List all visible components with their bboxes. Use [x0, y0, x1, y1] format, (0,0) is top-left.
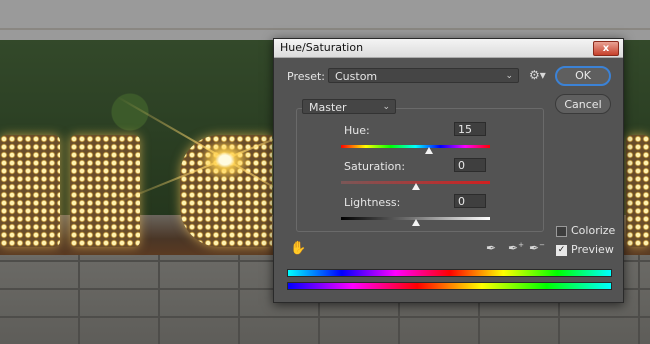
marquee-letter-partial: [626, 135, 650, 247]
colorize-label: Colorize: [571, 224, 616, 237]
hue-slider-thumb[interactable]: [424, 147, 433, 154]
marquee-letter-e: [0, 135, 60, 247]
preview-checkbox[interactable]: ✓: [556, 245, 567, 256]
cancel-button[interactable]: Cancel: [555, 94, 611, 114]
preset-label: Preset:: [287, 70, 326, 83]
hue-label: Hue:: [344, 124, 370, 137]
eyedropper-add-icon[interactable]: ✒+: [508, 241, 524, 255]
adjustment-group: [296, 108, 544, 232]
channel-select[interactable]: Master ⌄: [302, 99, 396, 114]
hue-slider-track[interactable]: [341, 145, 490, 148]
preset-select[interactable]: Custom ⌄: [328, 68, 519, 83]
input-color-bar: [287, 269, 612, 277]
preview-label: Preview: [571, 243, 614, 256]
preset-value: Custom: [335, 70, 378, 83]
targeted-adjustment-icon[interactable]: ✋: [290, 241, 306, 256]
saturation-input[interactable]: 0: [454, 158, 486, 172]
gear-icon[interactable]: ⚙▾: [529, 68, 546, 82]
lightness-label: Lightness:: [344, 196, 401, 209]
close-icon: x: [602, 43, 610, 54]
hue-saturation-dialog: Hue/Saturation x Preset: Custom ⌄ ⚙▾ OK …: [273, 38, 624, 303]
eyedropper-icon[interactable]: ✒: [486, 241, 496, 255]
eyedropper-subtract-icon[interactable]: ✒−: [529, 241, 545, 255]
light-flare: [200, 140, 250, 180]
hue-input[interactable]: 15: [454, 122, 486, 136]
chevron-down-icon: ⌄: [382, 102, 390, 112]
saturation-label: Saturation:: [344, 160, 406, 173]
output-color-bar: [287, 282, 612, 290]
close-button[interactable]: x: [593, 41, 619, 56]
colorize-checkbox[interactable]: [556, 226, 567, 237]
dialog-title: Hue/Saturation: [280, 41, 364, 54]
dialog-titlebar[interactable]: Hue/Saturation x: [274, 39, 623, 58]
chevron-down-icon: ⌄: [505, 71, 513, 81]
channel-value: Master: [309, 101, 347, 114]
ok-button[interactable]: OK: [555, 66, 611, 86]
lightness-slider-thumb[interactable]: [411, 219, 420, 226]
marquee-letter-l: [70, 135, 140, 247]
lightness-input[interactable]: 0: [454, 194, 486, 208]
saturation-slider-thumb[interactable]: [411, 183, 420, 190]
